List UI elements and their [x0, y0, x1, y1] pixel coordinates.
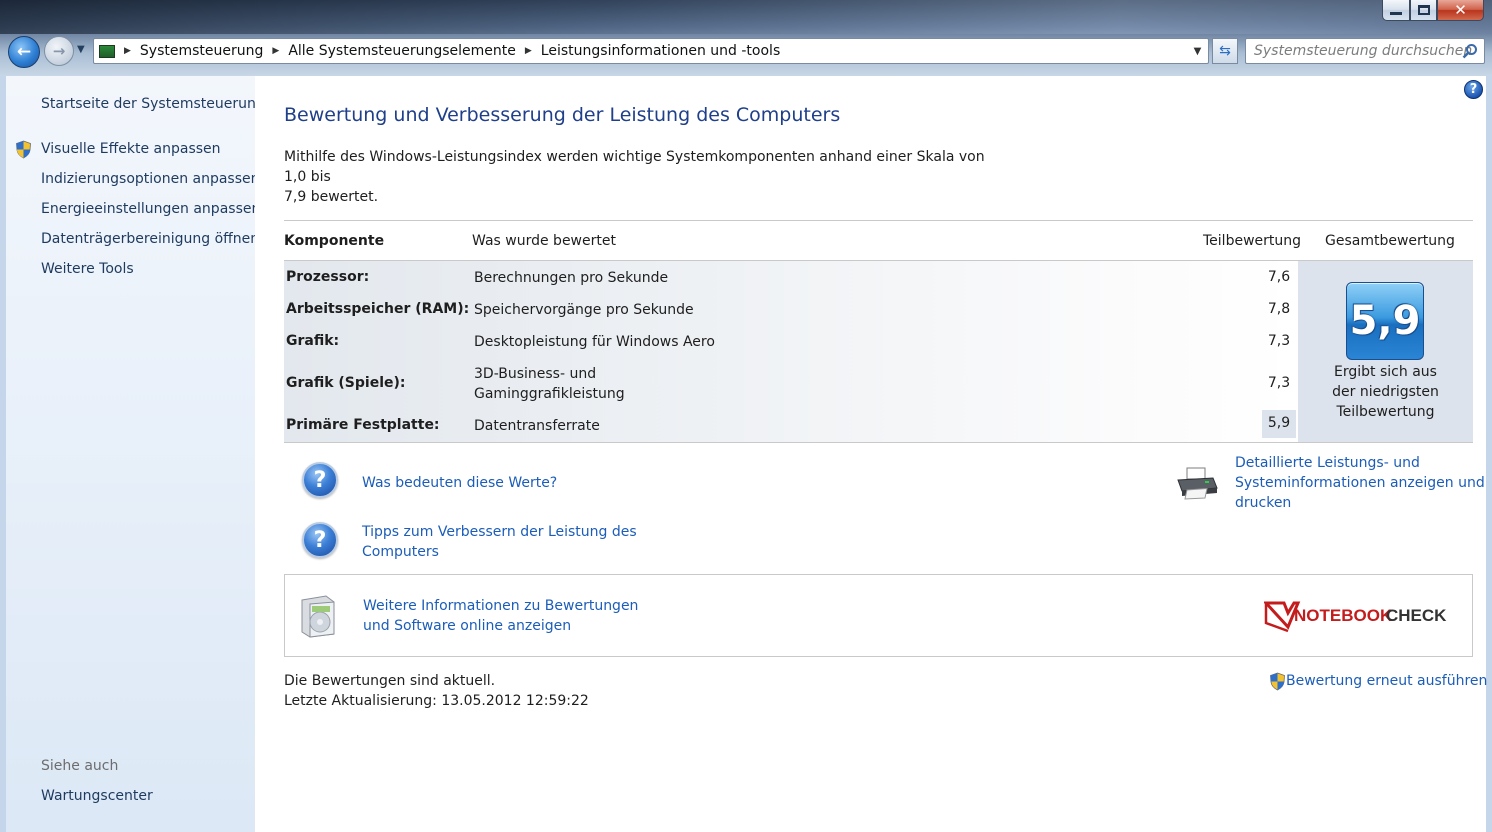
- link-line: Computers: [362, 544, 439, 560]
- link-line: Systeminformationen anzeigen und: [1235, 475, 1485, 491]
- online-info-link[interactable]: Weitere Informationen zu Bewertungen und…: [363, 596, 638, 636]
- row-description: 3D-Business- und Gaminggrafikleistung: [474, 364, 625, 404]
- search-icon[interactable]: [1462, 43, 1478, 59]
- forward-button[interactable]: →: [44, 36, 74, 66]
- sidebar-item-more-tools[interactable]: Weitere Tools: [41, 261, 134, 277]
- link-line: drucken: [1235, 495, 1292, 511]
- question-icon: ?: [302, 522, 338, 558]
- svg-text:CHECK: CHECK: [1386, 606, 1447, 625]
- link-line: Weitere Informationen zu Bewertungen: [363, 598, 639, 614]
- intro-line: Mithilfe des Windows-Leistungsindex werd…: [284, 149, 985, 185]
- overall-score-caption: Ergibt sich aus der niedrigsten Teilbewe…: [1298, 362, 1473, 422]
- last-updated-text: Letzte Aktualisierung: 13.05.2012 12:59:…: [284, 693, 589, 709]
- header-overall: Gesamtbewertung: [1325, 233, 1455, 249]
- row-score: 7,3: [1267, 333, 1291, 349]
- page-title: Bewertung und Verbesserung der Leistung …: [284, 104, 841, 126]
- row-description: Berechnungen pro Sekunde: [474, 270, 669, 286]
- back-button[interactable]: ←: [8, 36, 40, 68]
- recent-pages-dropdown[interactable]: ▼: [77, 44, 85, 55]
- sidebar-item-action-center[interactable]: Wartungscenter: [41, 788, 153, 804]
- intro-text: Mithilfe des Windows-Leistungsindex werd…: [284, 147, 1004, 207]
- row-description: Datentransferrate: [474, 418, 600, 434]
- refresh-button[interactable]: ⇆: [1212, 38, 1238, 64]
- header-component: Komponente: [284, 233, 385, 249]
- arrow-left-icon: ←: [16, 42, 32, 62]
- close-button[interactable]: ✕: [1437, 0, 1484, 21]
- header-rated: Was wurde bewertet: [472, 233, 616, 249]
- minimize-button[interactable]: [1382, 0, 1410, 21]
- maximize-button[interactable]: [1410, 0, 1437, 21]
- search-placeholder: Systemsteuerung durchsuchen: [1254, 43, 1473, 59]
- rerun-assessment[interactable]: Bewertung erneut ausführen: [1269, 671, 1487, 691]
- refresh-icon: ⇆: [1219, 43, 1231, 59]
- row-label: Arbeitsspeicher (RAM):: [286, 301, 470, 317]
- minimize-icon: [1390, 11, 1402, 15]
- row-description: Speichervorgänge pro Sekunde: [474, 302, 694, 318]
- link-line: und Software online anzeigen: [363, 618, 572, 634]
- divider: [284, 220, 1473, 221]
- svg-text:NOTEBOOK: NOTEBOOK: [1294, 606, 1393, 625]
- performance-tips-link[interactable]: Tipps zum Verbessern der Leistung des Co…: [362, 522, 637, 562]
- detailed-info-print-link[interactable]: Detaillierte Leistungs- und Systeminform…: [1235, 453, 1485, 513]
- row-score: 7,3: [1267, 375, 1291, 391]
- breadcrumb-alle-elemente[interactable]: Alle Systemsteuerungselemente: [288, 43, 516, 59]
- link-line: Detaillierte Leistungs- und: [1235, 455, 1420, 471]
- row-label: Prozessor:: [286, 269, 370, 285]
- row-description: Desktopleistung für Windows Aero: [474, 334, 715, 350]
- what-do-scores-mean-link[interactable]: Was bedeuten diese Werte?: [362, 473, 557, 493]
- intro-line: 7,9 bewertet.: [284, 189, 379, 205]
- breadcrumb-systemsteuerung[interactable]: Systemsteuerung: [140, 43, 263, 59]
- row-description-line: 3D-Business- und: [474, 366, 597, 382]
- sidebar-item-power[interactable]: Energieeinstellungen anpassen: [41, 201, 260, 217]
- question-icon: ?: [302, 462, 338, 498]
- help-icon[interactable]: ?: [1464, 80, 1483, 99]
- assessment-status: Die Bewertungen sind aktuell. Letzte Akt…: [284, 671, 589, 711]
- shield-icon: [1270, 672, 1285, 690]
- notebookcheck-logo: NOTEBOOK CHECK: [1264, 601, 1447, 633]
- row-label: Grafik (Spiele):: [286, 375, 406, 391]
- chevron-right-icon[interactable]: ▶: [272, 46, 279, 56]
- sidebar-item-visual-effects[interactable]: Visuelle Effekte anpassen: [41, 141, 221, 157]
- window-frame-right: [1486, 76, 1492, 832]
- row-score: 7,6: [1267, 269, 1291, 285]
- row-description-line: Gaminggrafikleistung: [474, 386, 625, 402]
- window-controls: ✕: [1382, 0, 1484, 21]
- address-bar[interactable]: ▶ Systemsteuerung ▶ Alle Systemsteuerung…: [93, 38, 1209, 64]
- sidebar-home-link[interactable]: Startseite der Systemsteuerung: [41, 96, 265, 112]
- caption-line: der niedrigsten: [1332, 384, 1439, 400]
- caption-line: Teilbewertung: [1336, 404, 1435, 420]
- row-score: 7,8: [1267, 301, 1291, 317]
- link-line: Tipps zum Verbessern der Leistung des: [362, 524, 637, 540]
- sidebar: Startseite der Systemsteuerung Visuelle …: [6, 76, 265, 832]
- caption-line: Ergibt sich aus: [1334, 364, 1437, 380]
- breadcrumb-leistungsinformationen[interactable]: Leistungsinformationen und -tools: [541, 43, 780, 59]
- rerun-assessment-link[interactable]: Bewertung erneut ausführen: [1286, 671, 1487, 691]
- arrow-right-icon: →: [52, 42, 66, 60]
- row-score-lowest: 5,9: [1262, 410, 1296, 438]
- overall-score-badge: 5,9: [1346, 282, 1424, 360]
- chevron-right-icon[interactable]: ▶: [124, 46, 131, 56]
- maximize-icon: [1417, 5, 1430, 15]
- close-icon: ✕: [1454, 1, 1467, 19]
- header-subscore: Teilbewertung: [1203, 233, 1302, 249]
- row-label: Grafik:: [286, 333, 340, 349]
- software-box-icon: [301, 595, 335, 638]
- see-also-heading: Siehe auch: [41, 758, 119, 774]
- sidebar-item-indexing[interactable]: Indizierungsoptionen anpassen: [41, 171, 260, 187]
- status-text: Die Bewertungen sind aktuell.: [284, 673, 496, 689]
- shield-icon: [16, 140, 31, 159]
- row-label: Primäre Festplatte:: [286, 417, 440, 433]
- chevron-right-icon[interactable]: ▶: [525, 46, 532, 56]
- address-dropdown-icon[interactable]: ▼: [1187, 39, 1208, 63]
- sidebar-item-disk-cleanup[interactable]: Datenträgerbereinigung öffnen: [41, 231, 259, 247]
- printer-icon: [1177, 467, 1218, 500]
- control-panel-icon: [99, 44, 115, 58]
- search-input[interactable]: Systemsteuerung durchsuchen: [1245, 38, 1485, 64]
